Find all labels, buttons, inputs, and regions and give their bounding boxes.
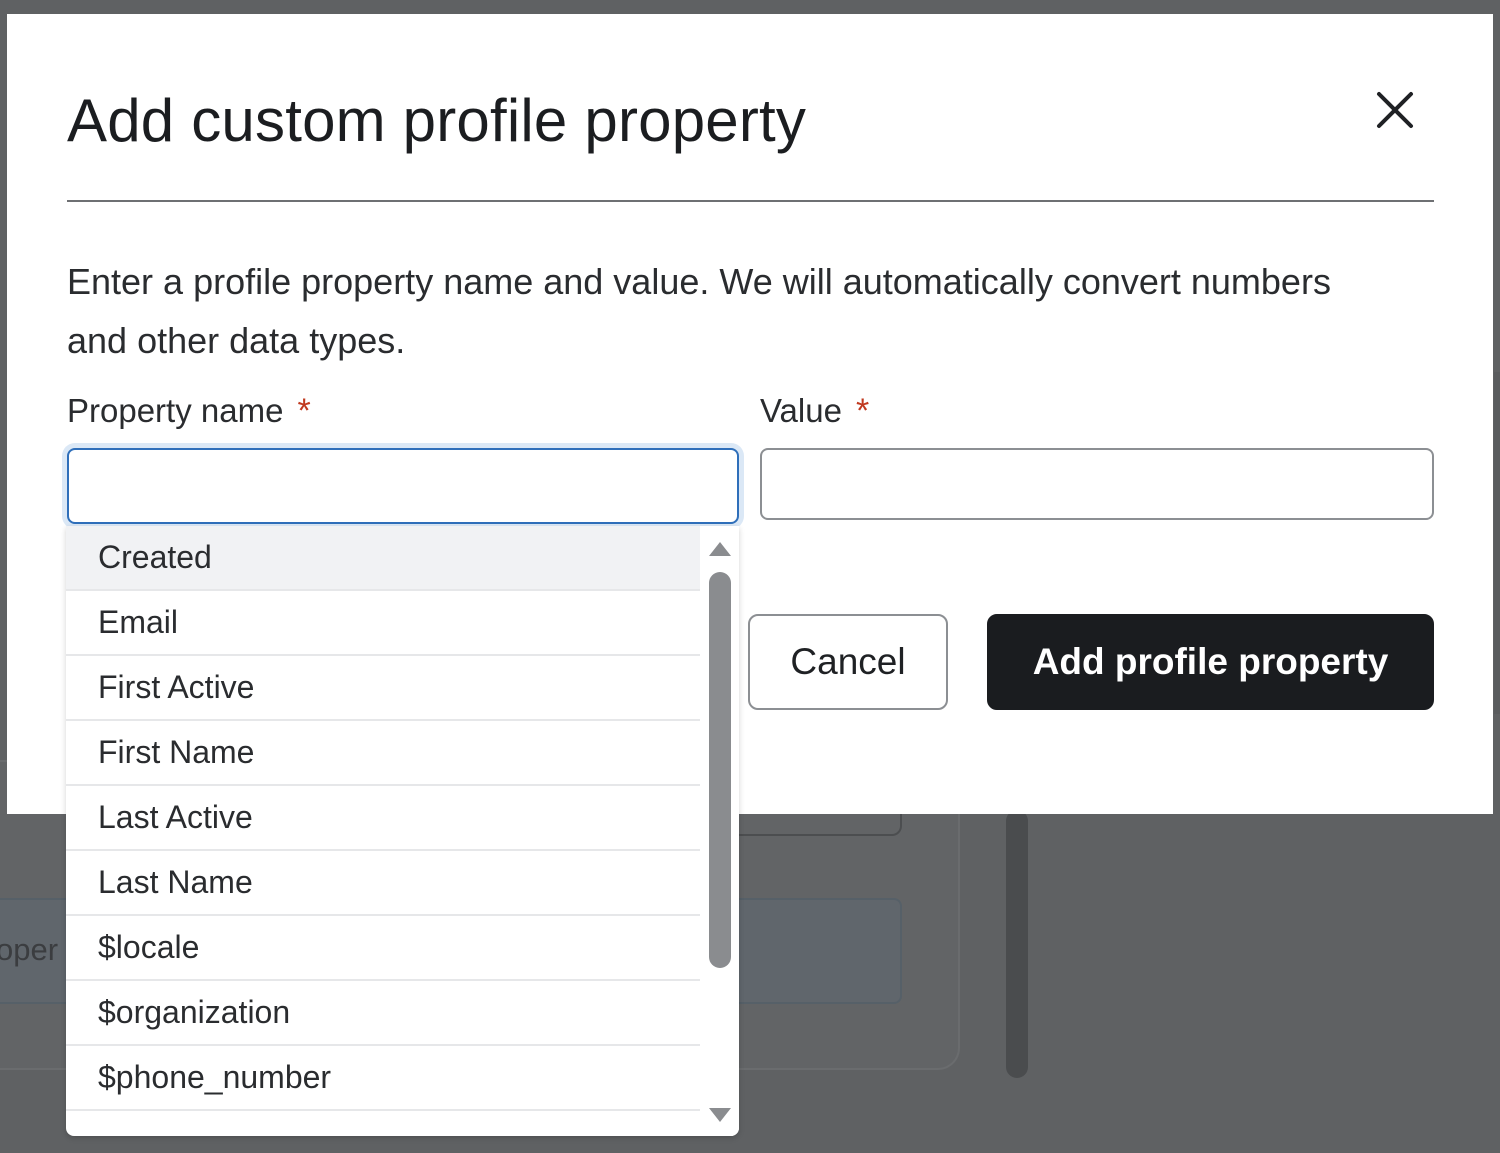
required-asterisk: *	[297, 392, 311, 430]
dropdown-option[interactable]: Email	[66, 591, 700, 656]
dropdown-scrollbar[interactable]	[702, 526, 739, 1136]
dropdown-list: Created Email First Active First Name La…	[66, 526, 700, 1111]
cancel-button[interactable]: Cancel	[748, 614, 948, 710]
dropdown-option[interactable]: Last Active	[66, 786, 700, 851]
dropdown-option[interactable]: Created	[66, 526, 700, 591]
property-name-label-text: Property name	[67, 392, 284, 429]
close-icon	[1377, 92, 1413, 128]
dropdown-option[interactable]: $organization	[66, 981, 700, 1046]
dialog-description: Enter a profile property name and value.…	[67, 261, 1331, 361]
dropdown-option[interactable]: Last Name	[66, 851, 700, 916]
dropdown-option[interactable]: $phone_number	[66, 1046, 700, 1111]
background-text: oper	[0, 932, 59, 967]
value-label: Value *	[760, 392, 869, 431]
value-label-text: Value	[760, 392, 842, 429]
close-button[interactable]	[1369, 84, 1421, 136]
header-divider	[67, 200, 1434, 202]
scroll-up-arrow-icon[interactable]	[709, 542, 731, 556]
value-input[interactable]	[760, 448, 1434, 520]
add-profile-property-button[interactable]: Add profile property	[987, 614, 1434, 710]
required-asterisk: *	[855, 392, 870, 430]
background-edge	[1494, 372, 1500, 714]
property-name-input[interactable]	[67, 448, 739, 524]
dropdown-option[interactable]: First Active	[66, 656, 700, 721]
property-name-label: Property name *	[67, 392, 311, 431]
dropdown-option[interactable]: First Name	[66, 721, 700, 786]
background-scrollbar	[1006, 810, 1028, 1078]
scrollbar-thumb[interactable]	[709, 572, 731, 968]
property-name-dropdown: Created Email First Active First Name La…	[66, 526, 739, 1136]
dropdown-option[interactable]: $locale	[66, 916, 700, 981]
dialog-title: Add custom profile property	[67, 87, 807, 154]
scroll-down-arrow-icon[interactable]	[709, 1108, 731, 1122]
